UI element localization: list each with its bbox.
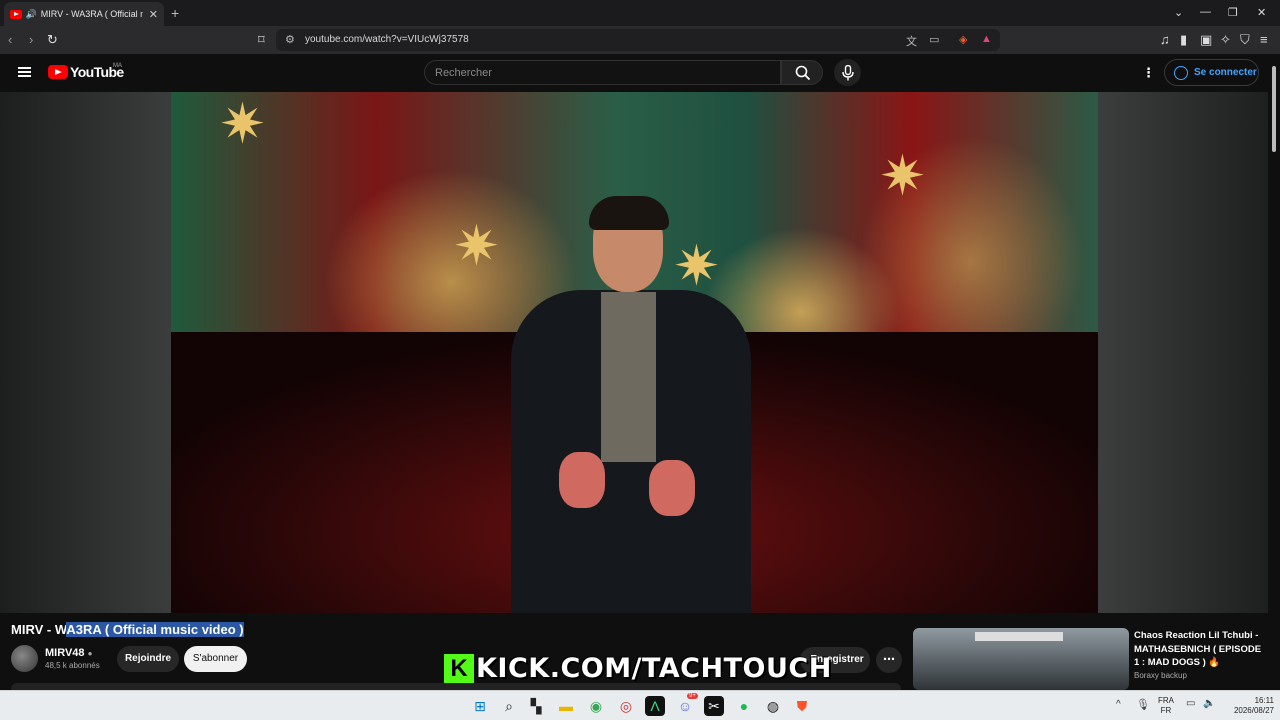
nvidia-icon[interactable]: Λ [645, 696, 665, 716]
subscribe-button[interactable]: S'abonner [184, 646, 247, 672]
brave-rewards-icon[interactable]: ▲ [981, 33, 992, 45]
microphone-icon [841, 64, 854, 80]
voice-search-button[interactable] [834, 59, 861, 86]
join-button[interactable]: Rejoindre [117, 646, 179, 672]
sign-in-label: Se connecter [1194, 67, 1257, 78]
language-indicator[interactable]: FRA FR [1158, 696, 1174, 716]
recommendation-channel[interactable]: Boraxy backup [1134, 671, 1187, 680]
youtube-logo-icon[interactable] [48, 65, 68, 79]
country-code: MA [113, 63, 122, 69]
minimize-icon[interactable]: — [1200, 6, 1211, 18]
search-placeholder: Rechercher [435, 67, 492, 79]
artist-figure [501, 196, 751, 613]
recommendation-thumbnail[interactable] [913, 628, 1129, 690]
browser-tab[interactable]: 🔊 MIRV - WA3RA ( Official music video ) … [4, 2, 164, 26]
ambient-right [1098, 92, 1268, 613]
search-input[interactable]: Rechercher [424, 60, 781, 85]
close-window-icon[interactable]: ✕ [1257, 6, 1266, 19]
browser-toolbar: ‹ › ↻ ⌑ ⚙ youtube.com/watch?v=VIUcWj3757… [0, 26, 1280, 54]
decor-star: ✷ [879, 144, 926, 207]
hamburger-menu-icon[interactable] [18, 67, 31, 77]
tray-overflow-icon[interactable]: ^ [1116, 699, 1121, 710]
forward-icon[interactable]: › [29, 32, 33, 47]
task-view-icon[interactable]: ▚ [526, 696, 546, 716]
leo-ai-icon[interactable]: ✧ [1220, 32, 1231, 48]
video-title: MIRV - WA3RA ( Official music video ) [11, 622, 244, 637]
browser-menu-icon[interactable]: ≡ [1260, 32, 1268, 47]
artist-hand-left [559, 452, 605, 508]
artist-hair [589, 196, 669, 230]
obs-icon[interactable]: ◍ [763, 696, 783, 716]
artist-shirt [601, 292, 656, 462]
tab-search-icon[interactable]: ⌄ [1174, 6, 1183, 19]
capcut-icon[interactable]: ✂ [704, 696, 724, 716]
volume-icon[interactable]: 🔈 [1203, 698, 1215, 709]
youtube-header: YouTube MA Rechercher ⋮ Se connecter [0, 54, 1280, 92]
search-icon[interactable]: ⌕ [499, 696, 519, 716]
vpn-icon[interactable]: ⛉ [1240, 32, 1250, 48]
verified-icon: ● [87, 649, 93, 658]
ambient-left [0, 92, 171, 613]
kick-overlay-text: KICK.COM/TACHTOUCH [476, 653, 832, 684]
search-button[interactable] [781, 60, 823, 85]
artist-hand-right [649, 460, 695, 516]
maximize-icon[interactable]: ❐ [1228, 6, 1238, 19]
spotify-icon[interactable]: ● [734, 696, 754, 716]
translate-icon[interactable]: 文 [906, 33, 917, 49]
video-title-selection: A3RA ( Official music video ) [66, 622, 244, 637]
brave-icon[interactable]: ⛊ [792, 696, 812, 716]
kick-logo-icon: K [444, 653, 474, 684]
sign-in-button[interactable]: Se connecter [1164, 59, 1259, 86]
browser-tab-strip: 🔊 MIRV - WA3RA ( Official music video ) … [0, 0, 1280, 26]
scrollbar-thumb[interactable] [1272, 66, 1276, 152]
user-circle-icon [1174, 65, 1188, 80]
discord-icon[interactable]: ☺ [675, 696, 695, 716]
video-frame[interactable]: ✷ ✷ ✷ ✷ [171, 92, 1098, 613]
media-controls-icon[interactable]: ♫ [1160, 32, 1170, 47]
sidebar-icon[interactable]: ▮ [1180, 32, 1187, 48]
discord-badge: 9+ [687, 693, 698, 699]
thumbnail-sign [975, 632, 1063, 641]
chrome-icon[interactable]: ◉ [586, 696, 606, 716]
reload-icon[interactable]: ↻ [47, 32, 58, 48]
close-tab-icon[interactable]: ✕ [149, 8, 158, 21]
kick-overlay: K KICK.COM/TACHTOUCH [444, 651, 832, 686]
back-icon[interactable]: ‹ [8, 32, 12, 47]
youtube-favicon-icon [10, 9, 22, 19]
more-actions-icon[interactable]: ⋯ [876, 647, 902, 673]
site-info-icon[interactable]: ⚙ [285, 33, 295, 46]
new-tab-button[interactable]: + [171, 5, 179, 21]
decor-star: ✷ [453, 214, 500, 277]
cast-icon[interactable]: ▭ [929, 33, 939, 46]
audio-playing-icon[interactable]: 🔊 [26, 9, 37, 20]
recommendation-title[interactable]: Chaos Reaction Lil Tchubi - MATHASEBNICH… [1134, 629, 1266, 670]
settings-kebab-icon[interactable]: ⋮ [1142, 65, 1155, 81]
opera-icon[interactable]: ◎ [616, 696, 636, 716]
channel-name[interactable]: MIRV48 ● [45, 647, 92, 659]
url-text[interactable]: youtube.com/watch?v=VIUcWj37578 [305, 34, 469, 45]
search-icon [795, 65, 811, 81]
decor-star: ✷ [219, 92, 266, 155]
tab-title: MIRV - WA3RA ( Official music video ) [40, 9, 143, 19]
channel-avatar[interactable] [11, 645, 38, 672]
address-bar[interactable]: ⚙ youtube.com/watch?v=VIUcWj37578 文 ▭ ◈ … [276, 29, 1000, 51]
brave-shields-icon[interactable]: ◈ [959, 33, 967, 46]
wallet-icon[interactable]: ▣ [1200, 32, 1212, 48]
network-icon[interactable]: ▭ [1186, 698, 1195, 709]
clock[interactable]: 16:11 2026/08/27 [1222, 696, 1274, 716]
video-player[interactable]: ✷ ✷ ✷ ✷ [0, 92, 1268, 613]
file-explorer-icon[interactable]: ▬ [556, 696, 576, 716]
taskbar: ⊞ ⌕ ▚ ▬ ◉ ◎ Λ ☺ 9+ ✂ ● ◍ ⛊ ^ 🎙 FRA FR ▭ … [0, 690, 1280, 720]
bookmark-icon[interactable]: ⌑ [258, 32, 265, 48]
start-windows-icon[interactable]: ⊞ [470, 696, 490, 716]
subscriber-count: 48,5 k abonnés [45, 661, 100, 670]
page-scrollbar[interactable] [1268, 54, 1280, 690]
tray-mic-icon[interactable]: 🎙 [1136, 698, 1150, 711]
